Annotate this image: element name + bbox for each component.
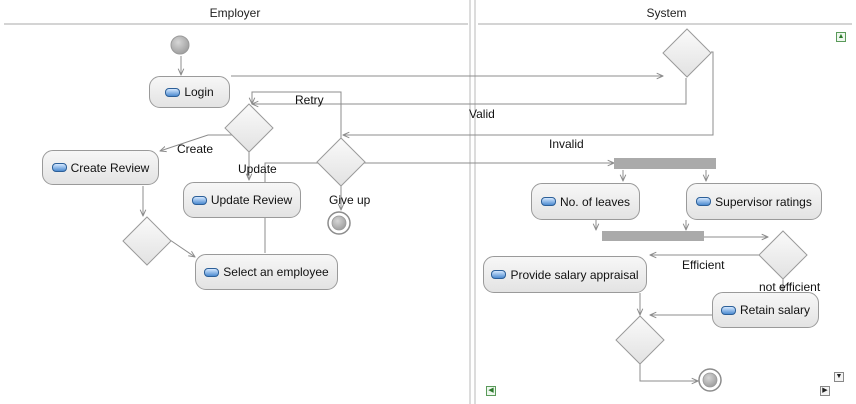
action-create-review[interactable]: Create Review bbox=[42, 150, 159, 185]
action-label: Update Review bbox=[210, 193, 293, 207]
action-label: Select an employee bbox=[223, 265, 329, 279]
action-pill-icon bbox=[191, 195, 207, 205]
final-node-salary bbox=[698, 368, 722, 392]
edge-label-invalid: Invalid bbox=[549, 137, 584, 151]
activity-diagram-canvas: Employer System Login Create Review Upda… bbox=[0, 0, 856, 404]
triangle-down-icon[interactable]: ▼ bbox=[834, 372, 844, 382]
edge-label-not-efficient: not efficient bbox=[759, 280, 821, 294]
action-label: Provide salary appraisal bbox=[510, 267, 639, 282]
action-pill-icon bbox=[51, 163, 67, 172]
action-retain-salary[interactable]: Retain salary bbox=[712, 292, 819, 328]
edge-label-retry: Retry bbox=[295, 93, 324, 107]
decision-create-update bbox=[224, 103, 274, 153]
edge-label-efficient: Efficient bbox=[682, 258, 725, 272]
action-provide-salary-appraisal[interactable]: Provide salary appraisal bbox=[483, 256, 647, 293]
join-bar bbox=[602, 231, 704, 241]
triangle-left-icon[interactable]: ◀ bbox=[486, 386, 496, 396]
final-node-give-up bbox=[327, 211, 351, 235]
action-pill-icon bbox=[165, 87, 181, 97]
action-pill-icon bbox=[204, 267, 220, 277]
edge-label-create: Create bbox=[177, 142, 214, 156]
merge-salary bbox=[615, 315, 665, 365]
action-select-employee[interactable]: Select an employee bbox=[195, 254, 338, 290]
edge-merge-to-select bbox=[169, 239, 195, 257]
triangle-up-icon[interactable]: ▲ bbox=[836, 32, 846, 42]
decision-give-up bbox=[316, 137, 366, 187]
edge-label-give-up: Give up bbox=[329, 193, 371, 207]
action-label: Create Review bbox=[70, 160, 150, 175]
fork-bar bbox=[614, 158, 716, 169]
action-update-review[interactable]: Update Review bbox=[183, 182, 301, 218]
action-label: Retain salary bbox=[739, 303, 811, 317]
action-login[interactable]: Login bbox=[149, 76, 230, 108]
action-label: No. of leaves bbox=[559, 194, 631, 209]
merge-review bbox=[122, 216, 172, 266]
decision-login-valid bbox=[662, 28, 712, 78]
edge-label-valid: Valid bbox=[469, 107, 495, 121]
action-pill-icon bbox=[491, 270, 507, 279]
decision-efficiency bbox=[758, 230, 808, 280]
action-supervisor-ratings[interactable]: Supervisor ratings bbox=[686, 183, 822, 220]
action-pill-icon bbox=[540, 197, 556, 206]
edge-label-update: Update bbox=[238, 162, 277, 176]
edge-invalid bbox=[343, 51, 714, 135]
action-pill-icon bbox=[696, 197, 712, 206]
action-label: Login bbox=[184, 85, 214, 99]
triangle-right-icon[interactable]: ▶ bbox=[820, 386, 830, 396]
action-label: Supervisor ratings bbox=[715, 194, 812, 209]
edge-merge-to-end bbox=[639, 362, 698, 381]
action-pill-icon bbox=[720, 305, 736, 315]
action-no-of-leaves[interactable]: No. of leaves bbox=[531, 183, 640, 220]
initial-node bbox=[170, 35, 190, 55]
